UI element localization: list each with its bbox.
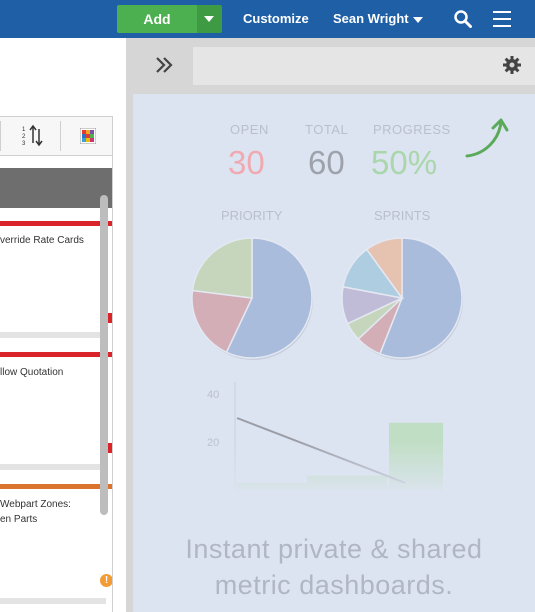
- panel-divider: [112, 116, 113, 612]
- card-footer: [0, 464, 106, 470]
- user-menu[interactable]: Sean Wright: [333, 11, 423, 26]
- top-bar: Add Customize Sean Wright: [0, 0, 535, 38]
- user-name: Sean Wright: [333, 11, 409, 26]
- add-dropdown-button[interactable]: [197, 5, 222, 33]
- menu-icon[interactable]: [492, 9, 512, 29]
- card-title[interactable]: verride Rate Cards: [0, 235, 84, 246]
- card-title[interactable]: Webpart Zones:: [0, 499, 71, 510]
- stat-label-open: OPEN: [230, 122, 269, 137]
- panel-header-field[interactable]: [193, 47, 535, 85]
- column-header-band: [0, 168, 112, 208]
- dashboard-preview: OPEN TOTAL PROGRESS 30 60 50% PRIORITY S…: [133, 94, 535, 612]
- card-title-line2[interactable]: en Parts: [0, 514, 37, 525]
- app-root: Add Customize Sean Wright 1 2 3 verride …: [0, 0, 535, 612]
- expand-chevrons-icon[interactable]: [152, 53, 176, 77]
- add-button[interactable]: Add: [117, 5, 197, 33]
- right-panel-header: [126, 38, 535, 94]
- stat-value-progress: 50%: [371, 144, 438, 181]
- card-priority-bar: [0, 352, 112, 357]
- tagline-line1: Instant private & shared: [185, 534, 483, 564]
- stat-value-total: 60: [308, 144, 345, 181]
- trend-line-chart: 4020: [193, 374, 453, 494]
- priority-pie-chart: [191, 237, 313, 360]
- color-palette-icon[interactable]: [80, 128, 96, 144]
- card-title[interactable]: llow Quotation: [0, 367, 63, 378]
- chevron-down-icon: [412, 16, 423, 23]
- scrollbar-thumb[interactable]: [100, 195, 108, 515]
- search-icon[interactable]: [453, 9, 473, 29]
- card-footer: [0, 598, 106, 604]
- pie-slice: [191, 237, 253, 299]
- tagline-line2: metric dashboards.: [214, 570, 454, 600]
- customize-link[interactable]: Customize: [243, 11, 309, 26]
- left-panel: 1 2 3 verride Rate Cards llow Quotation …: [0, 38, 126, 612]
- gear-icon[interactable]: [502, 55, 522, 75]
- curved-arrow-icon: [465, 118, 509, 158]
- chart-fade-overlay: [193, 374, 453, 494]
- card-priority-bar: [0, 221, 112, 226]
- card-footer: [0, 332, 106, 338]
- left-toolbar: 1 2 3: [0, 116, 112, 156]
- stat-value-open: 30: [228, 144, 265, 181]
- stat-label-total: TOTAL: [305, 122, 349, 137]
- sort-numeric-icon[interactable]: 1 2 3: [20, 124, 44, 148]
- card-priority-bar: [0, 484, 112, 489]
- sprints-label: SPRINTS: [374, 208, 431, 223]
- svg-text:2: 2: [22, 134, 26, 140]
- stat-label-progress: PROGRESS: [373, 122, 451, 137]
- right-panel: OPEN TOTAL PROGRESS 30 60 50% PRIORITY S…: [126, 38, 535, 612]
- svg-text:3: 3: [22, 141, 26, 147]
- svg-text:1: 1: [22, 127, 26, 133]
- priority-label: PRIORITY: [221, 208, 283, 223]
- sprints-pie-chart: [341, 237, 463, 360]
